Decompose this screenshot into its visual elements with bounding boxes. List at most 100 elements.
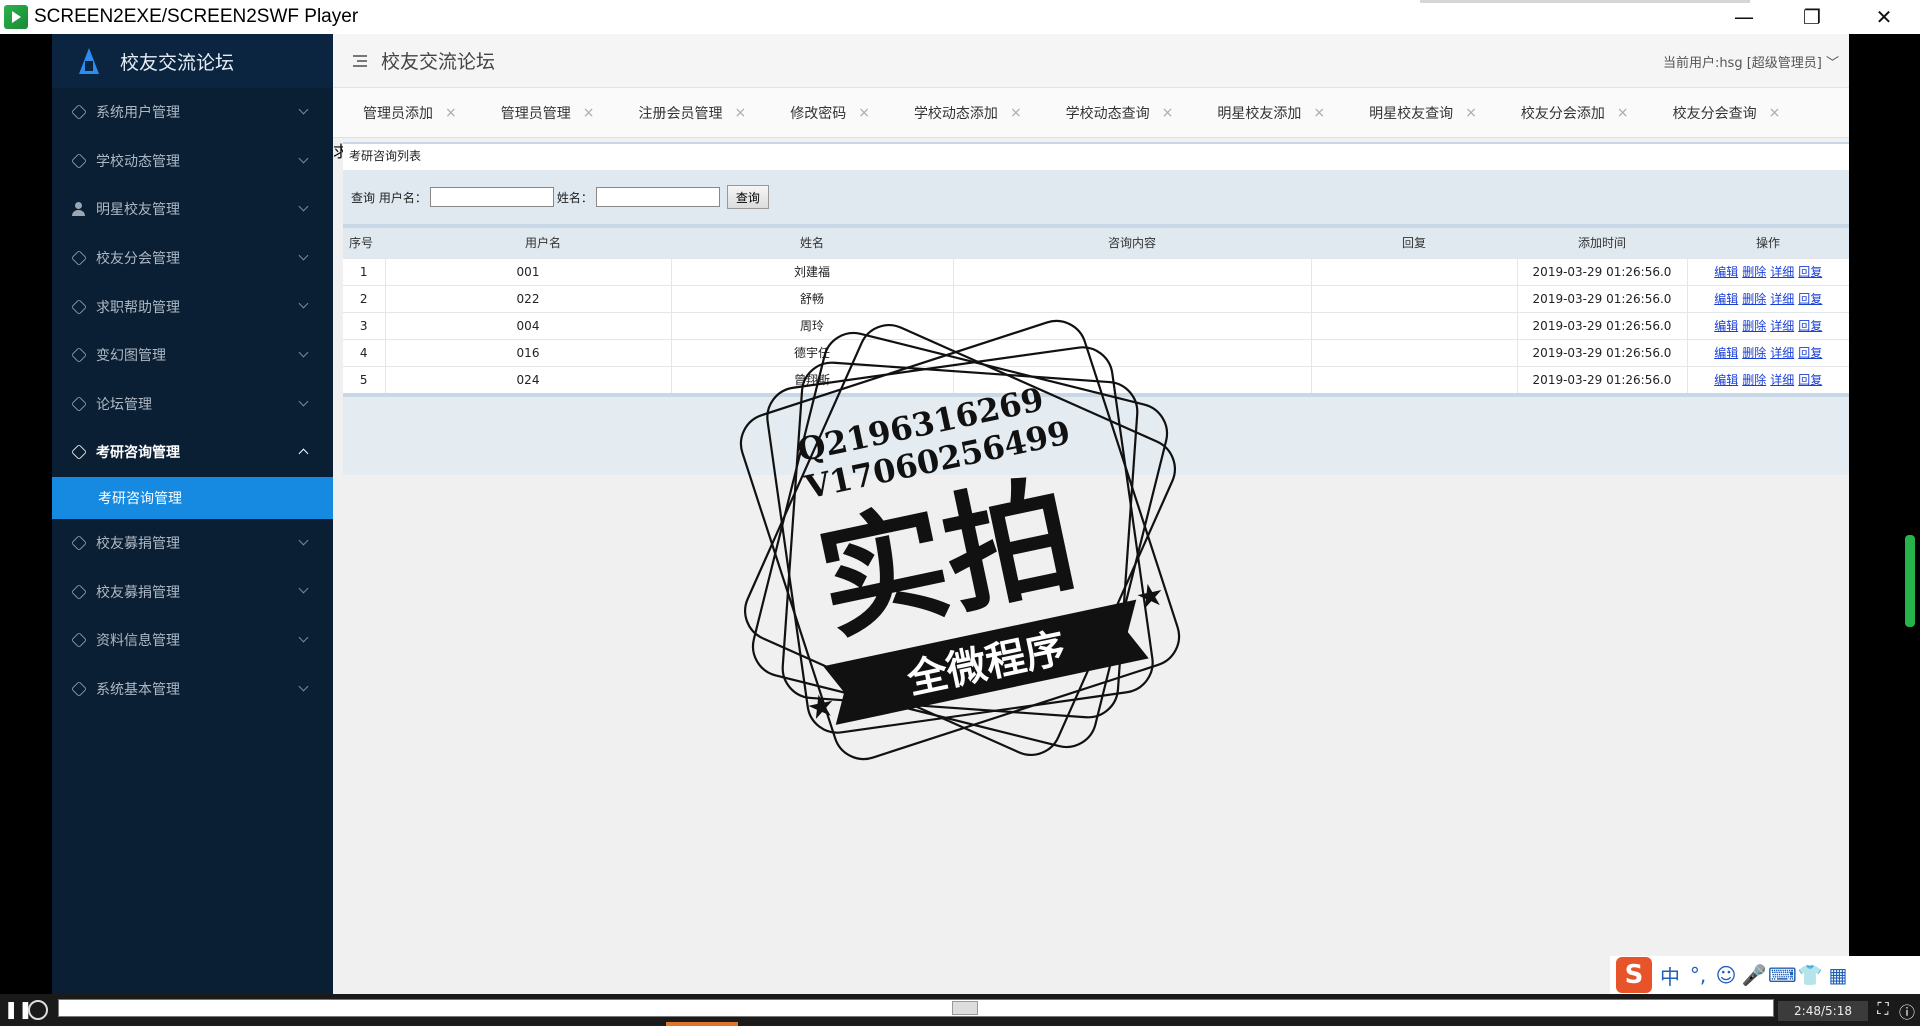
sidebar-item-system-basic[interactable]: 系统基本管理 — [52, 665, 333, 714]
tab-branch-add[interactable]: 校友分会添加 × — [1491, 103, 1643, 123]
sidebar-item-school-news[interactable]: 学校动态管理 — [52, 137, 333, 186]
sidebar-item-label: 校友募捐管理 — [96, 584, 180, 601]
menu-toggle-icon[interactable] — [353, 54, 369, 67]
edit-link[interactable]: 编辑 — [1714, 319, 1738, 333]
tab-label: 管理员管理 — [500, 105, 571, 122]
tab-label: 明星校友添加 — [1217, 105, 1302, 122]
info-icon[interactable]: ⓘ — [1896, 999, 1918, 1022]
delete-link[interactable]: 删除 — [1742, 346, 1766, 360]
minimize-button[interactable]: — — [1716, 0, 1772, 34]
cell-reply — [1310, 311, 1517, 339]
cell-username: 001 — [384, 257, 671, 285]
edit-link[interactable]: 编辑 — [1714, 292, 1738, 306]
seek-track[interactable] — [58, 999, 1774, 1017]
close-tab-icon[interactable]: × — [583, 105, 595, 121]
tab-admin-manage[interactable]: 管理员管理 × — [471, 103, 609, 123]
fullscreen-icon[interactable]: ⛶ — [1872, 999, 1894, 1021]
tab-star-query[interactable]: 明星校友查询 × — [1339, 103, 1491, 123]
cell-username: 022 — [384, 284, 671, 312]
sidebar-item-slideshow[interactable]: 变幻图管理 — [52, 331, 333, 380]
edit-link[interactable]: 编辑 — [1714, 373, 1738, 387]
sidebar-subitem-postgrad-consult[interactable]: 考研咨询管理 — [52, 476, 333, 519]
tab-member-manage[interactable]: 注册会员管理 × — [608, 103, 760, 123]
punctuation-icon[interactable]: °, — [1684, 963, 1712, 987]
tab-change-password[interactable]: 修改密码 × — [760, 103, 884, 123]
sidebar-item-alumni-branch[interactable]: 校友分会管理 — [52, 234, 333, 283]
detail-link[interactable]: 详细 — [1770, 346, 1794, 360]
delete-link[interactable]: 删除 — [1742, 373, 1766, 387]
cube-icon — [71, 444, 87, 461]
app-frame: 校友交流论坛 系统用户管理 学校动态管理 明星校友管理 校友分会管理 求职帮助管… — [52, 34, 1849, 994]
tab-news-query[interactable]: 学校动态查询 × — [1036, 103, 1188, 123]
name-search-input[interactable] — [595, 187, 720, 207]
close-tab-icon[interactable]: × — [1617, 105, 1629, 121]
detail-link[interactable]: 详细 — [1770, 373, 1794, 387]
close-tab-icon[interactable]: × — [734, 105, 746, 121]
reply-link[interactable]: 回复 — [1798, 292, 1822, 306]
cell-username: 004 — [384, 311, 671, 339]
close-tab-icon[interactable]: × — [1769, 105, 1781, 121]
reply-link[interactable]: 回复 — [1798, 319, 1822, 333]
restore-button[interactable]: ❐ — [1784, 0, 1840, 34]
chevron-down-icon — [298, 298, 309, 309]
sidebar-item-job-help[interactable]: 求职帮助管理 — [52, 282, 333, 331]
skin-icon[interactable]: 👕 — [1796, 963, 1824, 987]
edit-link[interactable]: 编辑 — [1714, 346, 1738, 360]
chevron-down-icon — [298, 250, 309, 261]
tab-admin-add[interactable]: 管理员添加 × — [333, 103, 471, 123]
close-tab-icon[interactable]: × — [1465, 105, 1477, 121]
close-button[interactable]: ✕ — [1856, 0, 1912, 34]
cell-username: 024 — [384, 365, 671, 393]
tab-branch-query[interactable]: 校友分会查询 × — [1643, 103, 1795, 123]
close-tab-icon[interactable]: × — [1010, 105, 1022, 121]
search-button[interactable]: 查询 — [726, 185, 769, 209]
edit-link[interactable]: 编辑 — [1714, 265, 1738, 279]
tab-bar: 管理员添加 × 管理员管理 × 注册会员管理 × 修改密码 × 学校动态添加 × 学校动态… — [333, 88, 1849, 138]
close-tab-icon[interactable]: × — [858, 105, 870, 121]
sogou-logo-icon[interactable]: S — [1616, 957, 1652, 993]
sidebar-item-donation[interactable]: 校友募捐管理 — [52, 519, 333, 568]
chinese-mode-icon[interactable]: 中 — [1656, 961, 1684, 990]
close-tab-icon[interactable]: × — [1162, 105, 1174, 121]
sidebar-item-star-alumni[interactable]: 明星校友管理 — [52, 185, 333, 234]
pause-button[interactable]: ❚❚ — [4, 1000, 33, 1020]
detail-link[interactable]: 详细 — [1770, 319, 1794, 333]
emoji-icon[interactable]: ☺ — [1712, 963, 1740, 987]
reply-link[interactable]: 回复 — [1798, 346, 1822, 360]
content-panel: 考研咨询列表 查询 用户名： 姓名： 查询 序号 用户名 姓名 咨询内容 回复 … — [343, 142, 1849, 475]
sidebar-item-label: 校友募捐管理 — [96, 536, 180, 553]
toolbox-icon[interactable]: ▦ — [1824, 963, 1852, 987]
cell-name: 曾翔斯 — [670, 365, 953, 393]
reply-link[interactable]: 回复 — [1798, 265, 1822, 279]
sidebar-item-donation-2[interactable]: 校友募捐管理 — [52, 567, 333, 616]
close-tab-icon[interactable]: × — [1313, 105, 1325, 121]
microphone-icon[interactable]: 🎤 — [1740, 963, 1768, 987]
table-row: 4 016 德宇任 2019-03-29 01:26:56.0 编辑 删除 详细 回复 — [343, 338, 1849, 366]
keyboard-icon[interactable]: ⌨ — [1768, 963, 1797, 987]
tab-star-add[interactable]: 明星校友添加 × — [1187, 103, 1339, 123]
cell-time: 2019-03-29 01:26:56.0 — [1516, 311, 1687, 339]
close-tab-icon[interactable]: × — [445, 105, 457, 121]
detail-link[interactable]: 详细 — [1770, 292, 1794, 306]
reply-link[interactable]: 回复 — [1798, 373, 1822, 387]
tab-label: 校友分会查询 — [1672, 105, 1757, 122]
sidebar-item-postgrad-consult[interactable]: 考研咨询管理 — [52, 428, 333, 477]
sidebar-item-system-users[interactable]: 系统用户管理 — [52, 88, 333, 137]
tab-news-add[interactable]: 学校动态添加 × — [884, 103, 1036, 123]
logo-a-icon — [78, 47, 100, 75]
seek-thumb[interactable] — [952, 1001, 978, 1015]
chevron-down-icon — [298, 104, 309, 115]
cell-time: 2019-03-29 01:26:56.0 — [1516, 338, 1687, 366]
side-scroll-knob[interactable] — [1905, 535, 1915, 627]
mute-icon[interactable] — [28, 1000, 48, 1020]
cell-ops: 编辑 删除 详细 回复 — [1686, 284, 1849, 312]
delete-link[interactable]: 删除 — [1742, 319, 1766, 333]
detail-link[interactable]: 详细 — [1770, 265, 1794, 279]
current-user-menu[interactable]: 当前用户:hsg [超级管理员] ﹀ — [1663, 52, 1839, 71]
delete-link[interactable]: 删除 — [1742, 265, 1766, 279]
sidebar-item-forum[interactable]: 论坛管理 — [52, 380, 333, 429]
username-search-input[interactable] — [429, 187, 554, 207]
search-user-label: 查询 用户名： — [351, 190, 427, 205]
delete-link[interactable]: 删除 — [1742, 292, 1766, 306]
sidebar-item-resources[interactable]: 资料信息管理 — [52, 616, 333, 665]
